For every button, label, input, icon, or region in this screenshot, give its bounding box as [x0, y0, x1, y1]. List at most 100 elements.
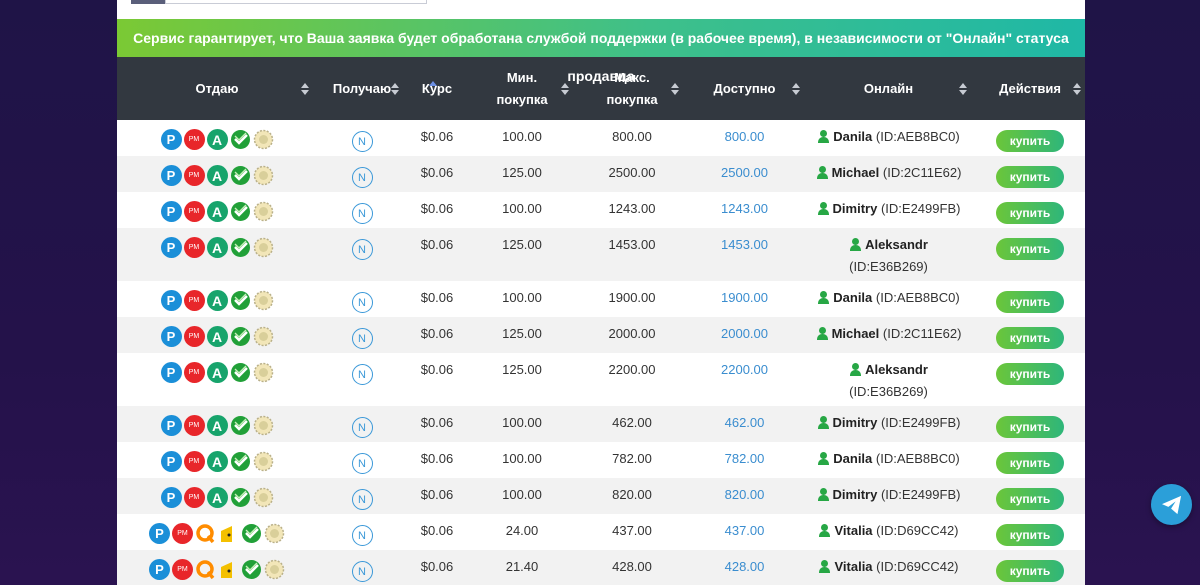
give-methods: P PM A [117, 228, 317, 281]
sort-asc-icon[interactable] [429, 81, 437, 93]
seller[interactable]: Vitalia (ID:D69CC42) [818, 559, 959, 574]
advcash-icon: A [206, 129, 228, 150]
rate-cell: $0.06 [420, 415, 454, 430]
buy-button[interactable]: купить [996, 238, 1064, 260]
column-give[interactable]: Отдаю [117, 57, 317, 120]
seller-name: Danila [833, 290, 873, 305]
qiwi-icon [195, 523, 216, 544]
tinkoff-icon [253, 487, 274, 508]
tinkoff-icon [253, 201, 274, 222]
actions-cell: купить [975, 478, 1085, 514]
seller[interactable]: Danila (ID:AEB8BC0) [817, 129, 960, 144]
seller-cell: Michael (ID:2C11E62) [802, 156, 975, 192]
seller[interactable]: Michael (ID:2C11E62) [816, 326, 961, 341]
n-coin-icon: N [351, 328, 373, 349]
buy-button[interactable]: купить [996, 202, 1064, 224]
table-row: P PM A N $0.06 100.00 1900.00 1900.00 Danila (ID… [117, 281, 1085, 317]
column-rate[interactable]: Курс [407, 57, 467, 120]
rate-cell: $0.06 [420, 362, 454, 377]
seller[interactable]: Aleksandr (ID:E36B269) [806, 362, 971, 399]
column-get[interactable]: Получаю [317, 57, 407, 120]
tinkoff-icon [253, 362, 274, 383]
seller[interactable]: Michael (ID:2C11E62) [816, 165, 961, 180]
seller-name: Danila [833, 451, 873, 466]
seller[interactable]: Dimitry (ID:E2499FB) [817, 201, 961, 216]
available-cell: 2200.00 [721, 362, 768, 377]
user-icon [817, 130, 830, 143]
buy-button[interactable]: купить [996, 166, 1064, 188]
payeer-icon: P [160, 451, 182, 472]
advcash-icon: A [206, 290, 228, 311]
telegram-button[interactable] [1151, 484, 1192, 525]
buy-button[interactable]: купить [996, 524, 1064, 546]
payeer-icon: P [160, 201, 182, 222]
seller[interactable]: Dimitry (ID:E2499FB) [817, 487, 961, 502]
table-row: P PM N $0.06 24.00 437.00 437.00 Vitalia (ID:D6… [117, 514, 1085, 550]
tinkoff-icon [253, 451, 274, 472]
seller[interactable]: Aleksandr (ID:E36B269) [806, 237, 971, 274]
seller-cell: Danila (ID:AEB8BC0) [802, 281, 975, 317]
available-cell: 1243.00 [721, 201, 768, 216]
buy-button[interactable]: купить [996, 560, 1064, 582]
column-online[interactable]: Онлайн [802, 57, 975, 120]
max-purchase-cell: 437.00 [612, 523, 652, 538]
table-header: Отдаю Получаю Курс Мин. покупка Макс. поку… [117, 57, 1085, 120]
telegram-icon [1161, 495, 1181, 514]
sort-icon[interactable] [561, 82, 569, 95]
filter-button[interactable] [131, 0, 165, 4]
buy-button[interactable]: купить [996, 363, 1064, 385]
advcash-icon: A [206, 415, 228, 436]
available-cell: 437.00 [724, 523, 765, 538]
sort-icon[interactable] [959, 82, 967, 95]
sort-icon[interactable] [671, 82, 679, 95]
column-available[interactable]: Доступно [687, 57, 802, 120]
seller[interactable]: Vitalia (ID:D69CC42) [818, 523, 959, 538]
give-methods: P PM A [117, 478, 317, 514]
table-row: P PM A N $0.06 125.00 2500.00 2500.00 Michael (I… [117, 156, 1085, 192]
give-methods: P PM A [117, 156, 317, 192]
advcash-icon: A [206, 326, 228, 347]
perfect-money-icon: PM [183, 487, 205, 508]
user-icon [816, 166, 829, 179]
seller[interactable]: Danila (ID:AEB8BC0) [817, 290, 960, 305]
sort-icon[interactable] [1073, 82, 1081, 95]
max-purchase-cell: 1243.00 [608, 201, 656, 216]
available-cell: 1453.00 [721, 237, 768, 252]
seller-id: (ID:AEB8BC0) [875, 129, 960, 144]
buy-button[interactable]: купить [996, 416, 1064, 438]
sort-icon[interactable] [301, 82, 309, 95]
max-purchase-cell: 800.00 [612, 129, 652, 144]
give-methods: P PM A [117, 406, 317, 442]
sberbank-icon [230, 362, 251, 383]
buy-button[interactable]: купить [996, 488, 1064, 510]
buy-button[interactable]: купить [996, 327, 1064, 349]
sberbank-icon [230, 129, 251, 150]
column-actions[interactable]: Действия [975, 57, 1085, 120]
payeer-icon: P [160, 129, 182, 150]
filter-input[interactable] [165, 0, 427, 4]
buy-button[interactable]: купить [996, 291, 1064, 313]
sort-icon[interactable] [391, 82, 399, 95]
tinkoff-icon [253, 326, 274, 347]
buy-button[interactable]: купить [996, 130, 1064, 152]
buy-button[interactable]: купить [996, 452, 1064, 474]
seller-id: (ID:E2499FB) [880, 487, 961, 502]
sort-icon[interactable] [792, 82, 800, 95]
n-coin-icon: N [351, 525, 373, 546]
min-purchase-cell: 100.00 [502, 451, 542, 466]
perfect-money-icon: PM [183, 326, 205, 347]
min-purchase-cell: 100.00 [502, 415, 542, 430]
seller[interactable]: Danila (ID:AEB8BC0) [817, 451, 960, 466]
available-cell: 820.00 [724, 487, 765, 502]
actions-cell: купить [975, 281, 1085, 317]
actions-cell: купить [975, 156, 1085, 192]
min-purchase-cell: 100.00 [502, 487, 542, 502]
yandex-money-icon [218, 523, 239, 544]
column-max-purchase[interactable]: Макс. покупка [577, 57, 687, 120]
column-min-purchase[interactable]: Мин. покупка [467, 57, 577, 120]
offers-body: P PM A N $0.06 100.00 800.00 800.00 Danila (ID:A… [117, 120, 1085, 585]
seller-id: (ID:E2499FB) [880, 201, 961, 216]
perfect-money-icon: PM [183, 129, 205, 150]
n-coin-icon: N [351, 561, 373, 582]
seller[interactable]: Dimitry (ID:E2499FB) [817, 415, 960, 430]
